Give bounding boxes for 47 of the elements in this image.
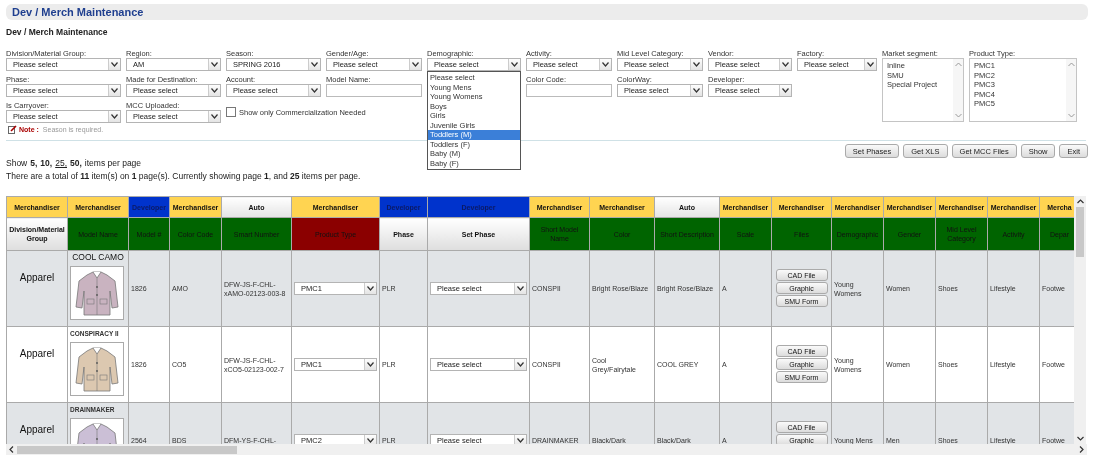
scroll-right-icon[interactable] <box>1079 446 1084 453</box>
caret-icon <box>211 114 218 119</box>
scroll-down-icon[interactable] <box>1076 436 1084 441</box>
caret-icon <box>517 286 524 291</box>
page-size-link[interactable]: 25, <box>55 158 67 168</box>
caret-icon <box>602 62 609 67</box>
table-cell-text: Apparel <box>18 425 56 434</box>
checkbox[interactable] <box>226 107 236 117</box>
caret-icon <box>867 62 874 67</box>
model-name: COOL CAMO <box>72 253 124 262</box>
caret-icon <box>367 286 374 291</box>
caret-icon <box>517 438 524 443</box>
page-title: Dev / Merch Maintenance <box>12 6 144 18</box>
caret-icon <box>517 362 524 367</box>
text-field[interactable] <box>526 84 612 97</box>
caret-icon <box>412 62 419 67</box>
caret-icon <box>111 114 118 119</box>
scroll-up-icon[interactable] <box>1076 199 1084 204</box>
table-cell-text: Apparel <box>18 349 56 358</box>
page-size-link[interactable]: 50, <box>70 158 82 168</box>
scroll-left-icon[interactable] <box>9 446 14 453</box>
paging-summary: There are a total of 11 item(s) on 1 page(s). Currently showing page 1, and 25 items per page. <box>6 171 362 181</box>
caret-icon <box>693 62 700 67</box>
text-field[interactable] <box>326 84 422 97</box>
page-size-link[interactable]: 5, <box>30 158 38 168</box>
caret-icon <box>311 62 318 67</box>
caret-icon <box>367 438 374 443</box>
horizontal-scrollbar[interactable] <box>6 444 1087 455</box>
caret-icon <box>693 88 700 93</box>
caret-icon <box>111 88 118 93</box>
show-label: Show <box>6 158 28 168</box>
caret-icon <box>211 88 218 93</box>
pencil-icon <box>8 124 17 134</box>
table-cell-text: Apparel <box>18 273 56 282</box>
items-per-page-label: items per page <box>84 158 142 168</box>
caret-icon <box>211 62 218 67</box>
section-title: Dev / Merch Maintenance <box>6 27 109 37</box>
scroll-thumb[interactable] <box>17 445 237 454</box>
caret-icon <box>111 62 118 67</box>
vertical-scrollbar[interactable] <box>1074 196 1086 444</box>
caret-icon <box>782 62 789 67</box>
scroll-thumb[interactable] <box>1076 207 1084 257</box>
page-size-link[interactable]: 10, <box>40 158 53 168</box>
caret-icon <box>367 362 374 367</box>
caret-icon <box>311 88 318 93</box>
caret-icon <box>511 62 518 67</box>
caret-icon <box>782 88 789 93</box>
